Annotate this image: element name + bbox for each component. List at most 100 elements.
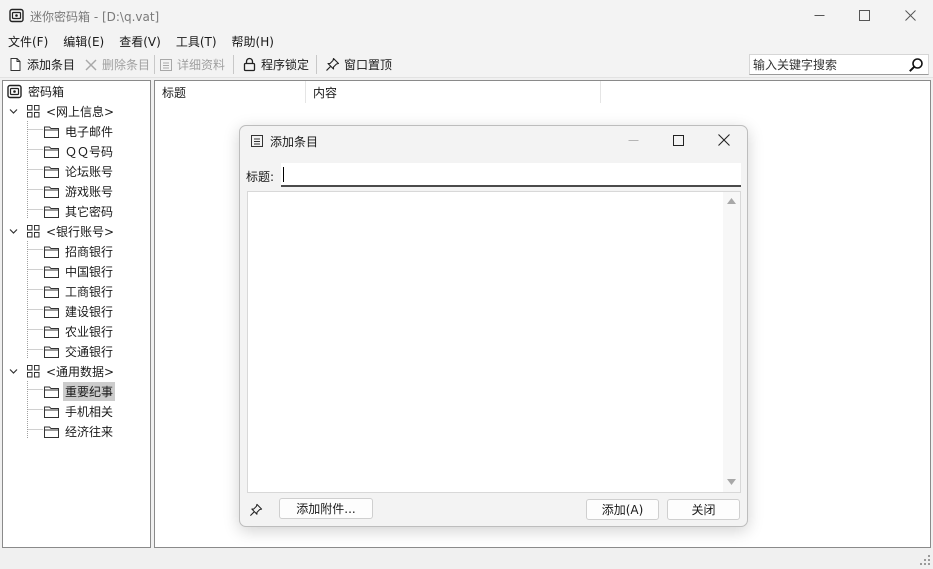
menu-bar: 文件(F) 编辑(E) 查看(V) 工具(T) 帮助(H) xyxy=(0,31,933,51)
window-title: 迷你密码箱 - [D:\q.vat] xyxy=(30,10,160,24)
column-content-label: 内容 xyxy=(313,85,338,100)
lock-app-button[interactable]: 程序锁定 xyxy=(242,54,309,75)
tree-item[interactable]: 建设银行 xyxy=(3,301,150,321)
chevron-down-icon[interactable] xyxy=(9,367,18,376)
search-input[interactable] xyxy=(750,55,900,74)
folder-icon xyxy=(44,326,59,338)
scroll-up-icon[interactable] xyxy=(727,197,736,204)
toolbar-separator xyxy=(316,55,317,74)
status-bar xyxy=(0,550,933,569)
tree-node-label: ＱＱ号码 xyxy=(65,144,114,159)
dialog-title: 添加条目 xyxy=(270,135,319,149)
tree-item[interactable]: 游戏账号 xyxy=(3,181,150,201)
tree-node-label: 工商银行 xyxy=(65,284,114,299)
dialog-minimize-button[interactable] xyxy=(611,126,655,154)
tree-node-label: 交通银行 xyxy=(65,344,114,359)
folder-icon xyxy=(44,266,59,278)
column-title-label: 标题 xyxy=(162,85,187,100)
tree-item[interactable]: 经济往来 xyxy=(3,421,150,441)
tree-item[interactable]: 招商银行 xyxy=(3,241,150,261)
tree-item[interactable]: ＱＱ号码 xyxy=(3,141,150,161)
add-entry-dialog: 添加条目 标题: 添加附件... 添加(A) 关闭 xyxy=(239,125,748,527)
close-icon xyxy=(718,134,730,146)
search-box xyxy=(749,54,929,75)
minimize-button[interactable] xyxy=(796,0,842,31)
tree-node-label: 农业银行 xyxy=(65,324,114,339)
pin-topmost-label: 窗口置顶 xyxy=(344,58,393,72)
minimize-icon xyxy=(628,139,638,141)
add-attachment-button[interactable]: 添加附件... xyxy=(279,498,373,519)
menu-help[interactable]: 帮助(H) xyxy=(224,33,281,50)
entry-title-input[interactable] xyxy=(281,163,741,187)
tree-node-label: <银行账号> xyxy=(46,224,115,239)
delete-entry-button[interactable]: 删除条目 xyxy=(84,54,150,75)
folder-icon xyxy=(44,286,59,298)
tree-item[interactable]: 其它密码 xyxy=(3,201,150,221)
lock-icon xyxy=(243,57,256,72)
folder-icon xyxy=(44,246,59,258)
pin-icon[interactable] xyxy=(249,503,263,517)
title-bar: 迷你密码箱 - [D:\q.vat] xyxy=(0,0,933,31)
folder-icon xyxy=(44,186,59,198)
column-header-content[interactable]: 内容 xyxy=(306,81,601,103)
safe-icon xyxy=(7,84,22,98)
tree-node-label: 电子邮件 xyxy=(65,124,114,139)
tree-item[interactable]: 论坛账号 xyxy=(3,161,150,181)
tree-group[interactable]: <银行账号> xyxy=(3,221,150,241)
title-field-label: 标题: xyxy=(246,170,275,184)
text-cursor xyxy=(283,167,284,182)
tree-node-label: <通用数据> xyxy=(46,364,115,379)
close-dialog-button[interactable]: 关闭 xyxy=(667,499,740,520)
tree-item[interactable]: 交通银行 xyxy=(3,341,150,361)
delete-entry-label: 删除条目 xyxy=(102,58,151,72)
scroll-down-icon[interactable] xyxy=(727,479,736,486)
tree-item[interactable]: 手机相关 xyxy=(3,401,150,421)
chevron-down-icon[interactable] xyxy=(9,227,18,236)
dialog-close-button[interactable] xyxy=(702,126,746,154)
close-window-button[interactable] xyxy=(887,0,933,31)
tree-node-label: <网上信息> xyxy=(46,104,115,119)
add-entry-button[interactable]: 添加条目 xyxy=(8,54,75,75)
menu-view[interactable]: 查看(V) xyxy=(111,33,168,50)
tree-item[interactable]: 重要纪事 xyxy=(3,381,150,401)
details-button[interactable]: 详细资料 xyxy=(159,54,225,75)
menu-tools[interactable]: 工具(T) xyxy=(168,33,224,50)
search-icon[interactable] xyxy=(908,57,924,73)
lock-app-label: 程序锁定 xyxy=(261,58,310,72)
folder-icon xyxy=(44,406,59,418)
menu-file[interactable]: 文件(F) xyxy=(0,33,55,50)
tree-node-label: 其它密码 xyxy=(65,204,114,219)
details-icon xyxy=(160,58,172,71)
tree-node-label: 论坛账号 xyxy=(65,164,114,179)
tree-item[interactable]: 工商银行 xyxy=(3,281,150,301)
menu-edit[interactable]: 编辑(E) xyxy=(55,33,111,50)
dialog-maximize-button[interactable] xyxy=(656,126,700,154)
chevron-down-icon[interactable] xyxy=(9,107,18,116)
tree-item[interactable]: 电子邮件 xyxy=(3,121,150,141)
content-scrollbar[interactable] xyxy=(723,192,740,492)
tree-node-label: 重要纪事 xyxy=(63,381,116,401)
maximize-button[interactable] xyxy=(841,0,887,31)
folder-icon xyxy=(44,426,59,438)
category-tree[interactable]: 密码箱 <网上信息> 电子邮件 ＱＱ号码论坛账号游戏账号其它密码 <银行账号> 招商银行中… xyxy=(2,80,151,548)
tree-item[interactable]: 中国银行 xyxy=(3,261,150,281)
column-header-title[interactable]: 标题 xyxy=(155,81,306,103)
toolbar-separator xyxy=(233,55,234,74)
pin-topmost-button[interactable]: 窗口置顶 xyxy=(325,54,392,75)
resize-grip-icon[interactable] xyxy=(919,554,931,566)
folder-icon xyxy=(44,146,59,158)
tree-node-label: 手机相关 xyxy=(65,404,114,419)
tree-group[interactable]: <通用数据> xyxy=(3,361,150,381)
tree-root[interactable]: 密码箱 xyxy=(3,81,150,101)
tree-item[interactable]: 农业银行 xyxy=(3,321,150,341)
close-icon xyxy=(904,10,916,21)
delete-x-icon xyxy=(85,59,97,70)
add-button[interactable]: 添加(A) xyxy=(586,499,659,520)
folder-icon xyxy=(44,306,59,318)
group-icon xyxy=(27,225,40,238)
pin-icon xyxy=(326,57,340,71)
tree-group[interactable]: <网上信息> xyxy=(3,101,150,121)
entry-content-textarea[interactable] xyxy=(247,191,741,493)
details-label: 详细资料 xyxy=(177,58,226,72)
folder-icon xyxy=(44,386,59,398)
